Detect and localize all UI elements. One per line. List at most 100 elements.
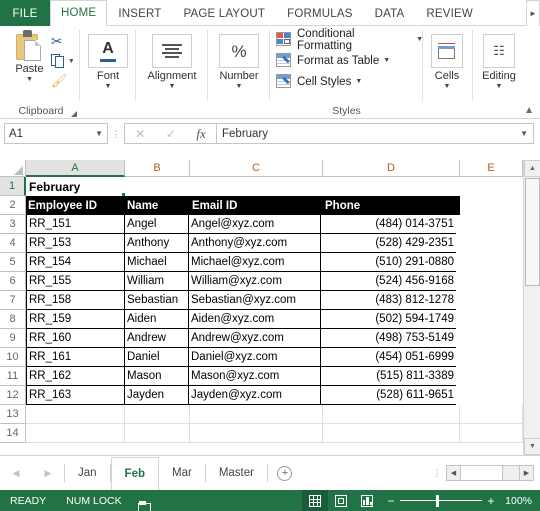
cell-a11[interactable]: RR_162 (26, 367, 125, 386)
zoom-slider[interactable] (400, 494, 482, 507)
column-header-b[interactable]: B (125, 160, 190, 177)
alignment-dropdown-caret-icon[interactable]: ▼ (169, 83, 176, 91)
cells-button[interactable]: Cells ▼ (423, 30, 471, 91)
page-break-view-button[interactable] (354, 490, 380, 511)
cell-d12[interactable]: (528) 611-9651 (320, 386, 457, 405)
cell-b14[interactable] (125, 424, 190, 443)
column-header-c[interactable]: C (190, 160, 323, 177)
cell-c11[interactable]: Mason@xyz.com (188, 367, 321, 386)
cell-c13[interactable] (190, 405, 323, 424)
row-header-12[interactable]: 12 (0, 386, 26, 405)
format-painter-button[interactable]: 🖌 (51, 71, 68, 91)
row-header-8[interactable]: 8 (0, 310, 26, 329)
column-header-e[interactable]: E (460, 160, 523, 177)
cell-a4[interactable]: RR_153 (26, 234, 125, 253)
cell-e8[interactable] (456, 310, 519, 329)
cell-d8[interactable]: (502) 594-1749 (320, 310, 457, 329)
sheet-tab-grip[interactable]: ⋮ (428, 468, 446, 478)
ribbon-tab-formulas[interactable]: FORMULAS (276, 0, 364, 26)
conditional-formatting-button[interactable]: Conditional Formatting ▼ (276, 28, 423, 52)
cell-e7[interactable] (456, 291, 519, 310)
vertical-scrollbar-thumb[interactable] (525, 178, 540, 286)
cell-d2[interactable]: Phone (323, 196, 460, 215)
cell-b5[interactable]: Michael (124, 253, 189, 272)
cell-a8[interactable]: RR_159 (26, 310, 125, 329)
sheet-tab-feb[interactable]: Feb (110, 456, 159, 490)
cell-e11[interactable] (456, 367, 519, 386)
cell-c1[interactable] (190, 177, 323, 196)
scroll-down-button[interactable]: ▼ (524, 438, 540, 455)
cell-e3[interactable] (456, 215, 519, 234)
cell-styles-button[interactable]: Cell Styles ▼ (276, 71, 362, 92)
row-header-1[interactable]: 1 (0, 177, 26, 196)
row-header-5[interactable]: 5 (0, 253, 26, 272)
ribbon-tab-data[interactable]: DATA (364, 0, 416, 26)
zoom-in-button[interactable]: + (484, 494, 498, 508)
cell-b6[interactable]: William (124, 272, 189, 291)
row-header-3[interactable]: 3 (0, 215, 26, 234)
cell-b7[interactable]: Sebastian (124, 291, 189, 310)
zoom-out-button[interactable]: − (384, 494, 398, 508)
horizontal-scrollbar[interactable]: ◀ ▶ (446, 465, 534, 481)
editing-button[interactable]: ☷ Editing ▼ (473, 30, 525, 91)
cell-d6[interactable]: (524) 456-9168 (320, 272, 457, 291)
cells-dropdown-caret-icon[interactable]: ▼ (444, 83, 451, 91)
ribbon-tab-page-layout[interactable]: PAGE LAYOUT (172, 0, 276, 26)
clipboard-dialog-launcher-icon[interactable]: ◢ (71, 109, 77, 118)
cell-e14[interactable] (460, 424, 523, 443)
cell-b9[interactable]: Andrew (124, 329, 189, 348)
sheet-tab-master[interactable]: Master (206, 457, 267, 490)
ribbon-tab-home[interactable]: HOME (50, 0, 108, 26)
cell-a12[interactable]: RR_163 (26, 386, 125, 405)
row-header-4[interactable]: 4 (0, 234, 26, 253)
normal-view-button[interactable] (302, 490, 328, 511)
font-dropdown-caret-icon[interactable]: ▼ (105, 83, 112, 91)
sheet-tab-mar[interactable]: Mar (159, 457, 205, 490)
cell-a7[interactable]: RR_158 (26, 291, 125, 310)
row-header-11[interactable]: 11 (0, 367, 26, 386)
cell-d3[interactable]: (484) 014-3751 (320, 215, 457, 234)
number-dropdown-caret-icon[interactable]: ▼ (236, 83, 243, 91)
zoom-level-label[interactable]: 100% (498, 495, 532, 507)
cell-b12[interactable]: Jayden (124, 386, 189, 405)
cell-e12[interactable] (456, 386, 519, 405)
cell-a1[interactable]: February (26, 177, 125, 196)
format-as-table-button[interactable]: Format as Table ▼ (276, 50, 390, 71)
cell-c4[interactable]: Anthony@xyz.com (188, 234, 321, 253)
cell-c12[interactable]: Jayden@xyz.com (188, 386, 321, 405)
chevron-down-icon[interactable]: ▼ (95, 129, 103, 138)
number-button[interactable]: % Number ▼ (208, 30, 270, 91)
check-icon[interactable]: ✓ (166, 127, 176, 141)
row-header-6[interactable]: 6 (0, 272, 26, 291)
name-box[interactable]: A1 ▼ (4, 123, 108, 144)
cell-c9[interactable]: Andrew@xyz.com (188, 329, 321, 348)
cell-b2[interactable]: Name (125, 196, 190, 215)
formula-bar-grip[interactable]: ⋮ (108, 129, 124, 139)
triangle-right-icon[interactable]: ▶ (45, 468, 52, 479)
editing-dropdown-caret-icon[interactable]: ▼ (496, 83, 503, 91)
cell-c14[interactable] (190, 424, 323, 443)
cell-a13[interactable] (26, 405, 125, 424)
cell-c10[interactable]: Daniel@xyz.com (188, 348, 321, 367)
formula-input[interactable]: February ▼ (216, 123, 534, 144)
cell-c8[interactable]: Aiden@xyz.com (188, 310, 321, 329)
cell-a5[interactable]: RR_154 (26, 253, 125, 272)
cell-d11[interactable]: (515) 811-3389 (320, 367, 457, 386)
cell-e5[interactable] (456, 253, 519, 272)
cell-a6[interactable]: RR_155 (26, 272, 125, 291)
cell-d9[interactable]: (498) 753-5149 (320, 329, 457, 348)
cell-b8[interactable]: Aiden (124, 310, 189, 329)
row-header-10[interactable]: 10 (0, 348, 26, 367)
cell-b11[interactable]: Mason (124, 367, 189, 386)
paste-dropdown-caret-icon[interactable]: ▼ (26, 76, 33, 84)
copy-dropdown-caret-icon[interactable]: ▼ (68, 58, 75, 65)
cell-e10[interactable] (456, 348, 519, 367)
cell-e2[interactable] (460, 196, 523, 215)
vertical-scrollbar[interactable]: ▲ ▼ (523, 160, 540, 455)
scroll-up-button[interactable]: ▲ (524, 160, 540, 177)
row-header-9[interactable]: 9 (0, 329, 26, 348)
cut-button[interactable]: ✂ (51, 31, 63, 51)
add-sheet-button[interactable]: + (268, 465, 302, 481)
paste-button[interactable]: Paste ▼ (8, 30, 51, 84)
row-header-7[interactable]: 7 (0, 291, 26, 310)
